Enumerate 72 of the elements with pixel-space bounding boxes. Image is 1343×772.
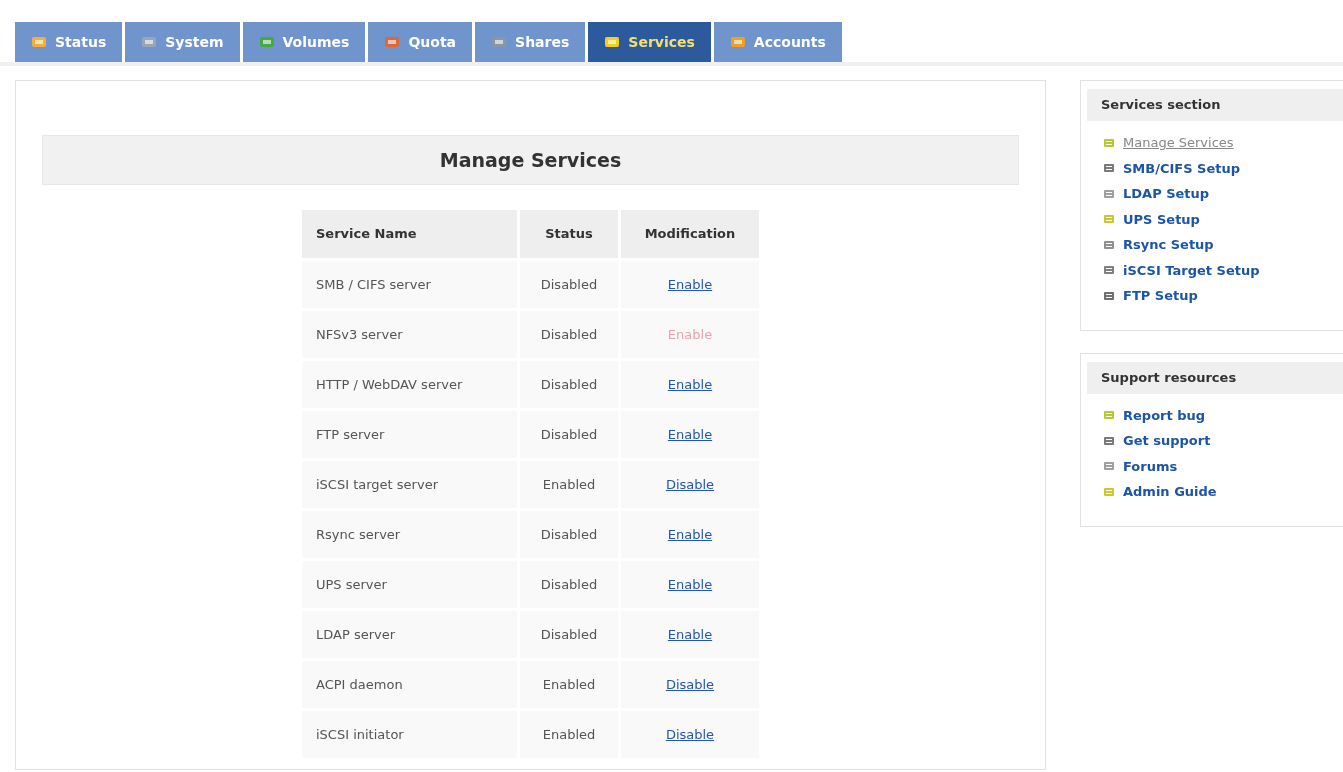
table-cell: Disabled xyxy=(520,511,618,558)
section-title: Manage Services xyxy=(42,135,1019,185)
tab-label: Accounts xyxy=(753,32,826,52)
sidebar-link[interactable]: FTP Setup xyxy=(1103,286,1343,306)
tab-label: Status xyxy=(55,32,107,52)
table-cell: Disabled xyxy=(520,311,618,358)
tab-label: Quota xyxy=(408,32,457,52)
tab-icon xyxy=(604,34,621,50)
table-cell: Disabled xyxy=(520,611,618,658)
sidebar-link[interactable]: Rsync Setup xyxy=(1103,235,1343,255)
toggle-link[interactable]: Enable xyxy=(667,576,713,592)
table-cell: HTTP / WebDAV server xyxy=(302,361,517,408)
table-cell: Enabled xyxy=(520,711,618,758)
item-icon xyxy=(1103,485,1115,498)
tab-icon xyxy=(729,34,746,50)
table-cell: Disabled xyxy=(520,411,618,458)
table-cell: Rsync server xyxy=(302,511,517,558)
table-cell: iSCSI target server xyxy=(302,461,517,508)
toggle-link[interactable]: Disable xyxy=(665,726,715,742)
table-cell: ACPI daemon xyxy=(302,661,517,708)
table-cell: LDAP server xyxy=(302,611,517,658)
table-cell: iSCSI initiator xyxy=(302,711,517,758)
item-icon xyxy=(1103,136,1115,149)
nav-tab[interactable]: Services xyxy=(588,22,711,62)
tab-label: Shares xyxy=(515,32,570,52)
item-icon xyxy=(1103,409,1115,422)
sidebar-link[interactable]: Forums xyxy=(1103,456,1343,476)
item-icon xyxy=(1103,264,1115,277)
toggle-link[interactable]: Enable xyxy=(667,526,713,542)
tab-label: Volumes xyxy=(282,32,350,52)
tab-label: Services xyxy=(628,32,695,52)
sidebar-link[interactable]: Admin Guide xyxy=(1103,482,1343,502)
item-icon xyxy=(1103,187,1115,200)
sidebar-link[interactable]: iSCSI Target Setup xyxy=(1103,260,1343,280)
tab-icon xyxy=(258,34,275,50)
sidebar-link[interactable]: Get support xyxy=(1103,431,1343,451)
table-cell: Disabled xyxy=(520,261,618,308)
panel-title: Support resources xyxy=(1087,361,1343,394)
toggle-link[interactable]: Disable xyxy=(665,476,715,492)
toggle-link[interactable]: Enable xyxy=(667,626,713,642)
sidebar-link[interactable]: UPS Setup xyxy=(1103,209,1343,229)
item-icon xyxy=(1103,434,1115,447)
item-icon xyxy=(1103,460,1115,473)
tab-icon xyxy=(491,34,508,50)
tab-icon xyxy=(31,34,47,50)
toggle-link[interactable]: Enable xyxy=(667,376,713,392)
sidebar-link[interactable]: Report bug xyxy=(1103,405,1343,425)
item-icon xyxy=(1103,289,1115,302)
table-cell: NFSv3 server xyxy=(302,311,517,358)
item-icon xyxy=(1103,162,1115,175)
table-cell: Disabled xyxy=(520,561,618,608)
toggle-link[interactable]: Enable xyxy=(667,276,713,292)
table-cell: Disabled xyxy=(520,361,618,408)
panel-title: Services section xyxy=(1087,89,1343,121)
table-cell: UPS server xyxy=(302,561,517,608)
table-cell: SMB / CIFS server xyxy=(302,261,517,308)
tab-icon xyxy=(141,34,158,50)
tab-label: System xyxy=(165,32,224,52)
table-cell: FTP server xyxy=(302,411,517,458)
item-icon xyxy=(1103,238,1115,251)
table-cell: Enabled xyxy=(520,461,618,508)
column-header: Modification xyxy=(621,210,759,258)
sidebar-link[interactable]: LDAP Setup xyxy=(1103,184,1343,204)
toggle-link[interactable]: Enable xyxy=(667,426,713,442)
column-header: Status xyxy=(520,210,618,258)
toggle-link[interactable]: Disable xyxy=(665,676,715,692)
sidebar-link[interactable]: SMB/CIFS Setup xyxy=(1103,158,1343,178)
table-cell: Enabled xyxy=(520,661,618,708)
item-icon xyxy=(1103,213,1115,226)
tab-icon xyxy=(384,34,401,50)
sidebar-link[interactable]: Manage Services xyxy=(1103,133,1343,153)
column-header: Service Name xyxy=(302,210,517,258)
